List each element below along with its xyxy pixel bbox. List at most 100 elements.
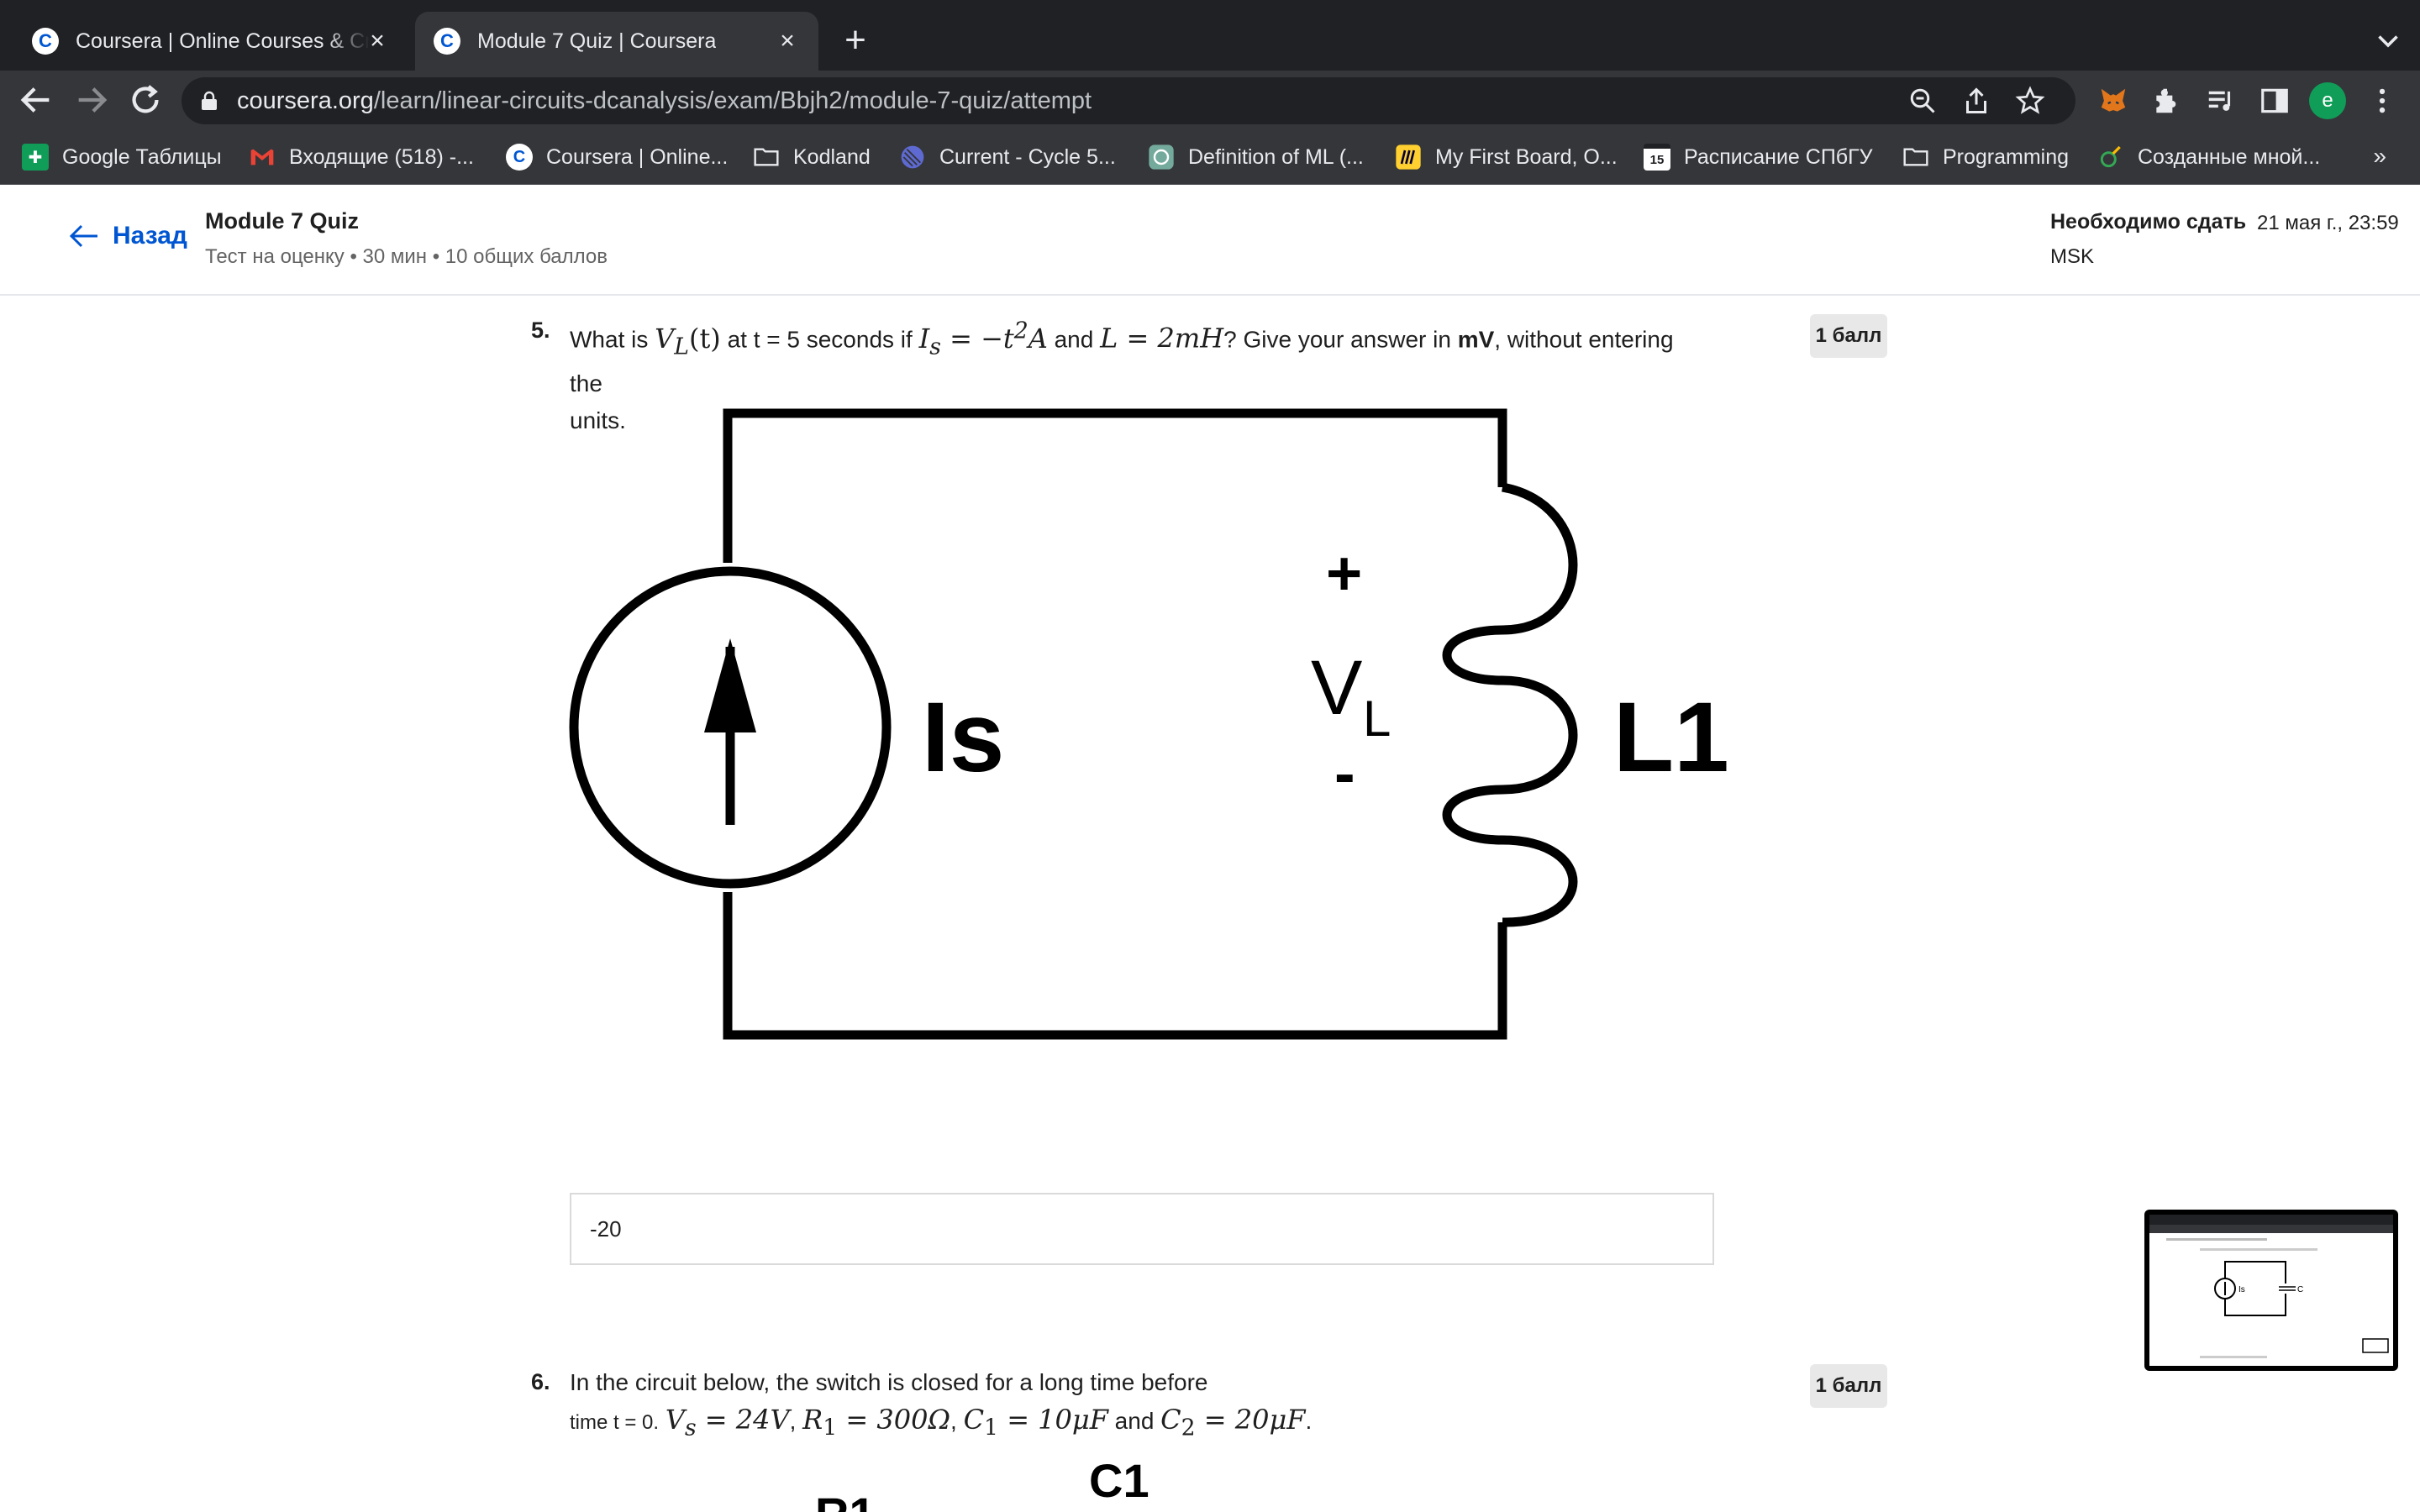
bookmark-label: Расписание СПбГУ: [1684, 144, 1873, 169]
media-playlist-icon[interactable]: [2205, 85, 2237, 117]
coursera-icon: C: [32, 28, 59, 55]
profile-avatar[interactable]: e: [2309, 82, 2346, 119]
bookmark-label: Созданные мной...: [2138, 144, 2321, 169]
circuit-diagram-q5: Is L1 + - V L: [569, 408, 1729, 1040]
back-arrow-icon[interactable]: [17, 81, 55, 119]
question-text: In the circuit below, the switch is clos…: [570, 1369, 1313, 1441]
tab-coursera-home[interactable]: C Coursera | Online Courses & Credential…: [13, 12, 408, 71]
browser-tab-bar: C Coursera | Online Courses & Credential…: [0, 0, 2420, 71]
calendar-icon: 15: [1644, 144, 1670, 171]
minus-sign: -: [1334, 738, 1355, 808]
address-bar[interactable]: coursera.org/learn/linear-circuits-dcana…: [182, 77, 2075, 124]
reload-icon[interactable]: [126, 81, 165, 119]
answer-input[interactable]: [571, 1194, 1712, 1263]
bookmarks-bar: ✚ Google Таблицы Входящие (518) -... C C…: [0, 129, 2420, 185]
back-label: Назад: [113, 222, 187, 249]
zoom-out-icon[interactable]: [1907, 86, 1938, 116]
vl-subscript: L: [1363, 690, 1391, 747]
bookmark-spbu-schedule[interactable]: 15 Расписание СПбГУ: [1644, 143, 1873, 171]
metamask-fox-icon[interactable]: [2097, 85, 2129, 117]
circuit-wire: [723, 892, 1507, 1040]
current-arrow-head: [704, 638, 756, 732]
openai-icon: [1149, 144, 1174, 170]
math-c2: C2 = 20μF: [1160, 1404, 1306, 1441]
folder-icon: [1903, 148, 1928, 166]
bookmark-gmail[interactable]: Входящие (518) -...: [249, 143, 474, 171]
bookmark-label: Kodland: [793, 144, 871, 169]
due-timezone: MSK: [2050, 245, 2095, 268]
linear-icon: [901, 145, 924, 169]
bookmark-label: Входящие (518) -...: [289, 144, 474, 169]
question-number: 5.: [531, 318, 550, 343]
close-tab-icon[interactable]: ×: [365, 29, 390, 54]
due-date: 21 мая г., 23:59: [2257, 212, 2399, 234]
chevron-down-icon[interactable]: [2373, 25, 2403, 55]
new-tab-button[interactable]: +: [837, 22, 874, 59]
circuit-label-c1: C1: [1089, 1454, 1150, 1507]
due-label: Необходимо сдать: [2050, 210, 2247, 234]
answer-input-container[interactable]: [570, 1193, 1714, 1265]
lock-icon[interactable]: [200, 91, 218, 111]
folder-icon: [754, 148, 779, 166]
gmail-icon: [250, 149, 274, 165]
math-r1: R1 = 300Ω: [802, 1404, 950, 1441]
side-panel-icon[interactable]: [2259, 85, 2291, 117]
bookmark-linear[interactable]: Current - Cycle 5...: [899, 143, 1116, 171]
circuit-wire: [723, 408, 1507, 563]
bookmarks-overflow-button[interactable]: »: [2373, 143, 2386, 170]
question-number: 6.: [531, 1369, 550, 1394]
more-vertical-icon[interactable]: [2366, 85, 2398, 117]
bookmark-miro[interactable]: My First Board, O...: [1395, 143, 1618, 171]
bookmark-label: My First Board, O...: [1435, 144, 1618, 169]
browser-toolbar: coursera.org/learn/linear-circuits-dcana…: [0, 71, 2420, 129]
bookmark-label: Current - Cycle 5...: [939, 144, 1116, 169]
math-is: Is = −t2A: [918, 318, 1048, 360]
bookmark-label: Google Таблицы: [62, 144, 222, 169]
bookmark-label: Coursera | Online...: [546, 144, 729, 169]
arrow-left-icon: [69, 224, 97, 248]
bookmark-label: Programming: [1943, 144, 2070, 169]
extensions-puzzle-icon[interactable]: [2151, 85, 2183, 117]
star-bookmark-icon[interactable]: [2015, 86, 2045, 116]
bookmark-google-sheets[interactable]: ✚ Google Таблицы: [22, 143, 222, 171]
svg-text:C: C: [2297, 1285, 2303, 1294]
bookmark-chatgpt[interactable]: Definition of ML (...: [1148, 143, 1364, 171]
leaf-icon: [2100, 145, 2121, 168]
points-badge: 1 балл: [1810, 1364, 1887, 1408]
bookmark-coursera[interactable]: C Coursera | Online...: [506, 143, 728, 171]
bookmark-label: Definition of ML (...: [1188, 144, 1364, 169]
inductor-label: L1: [1613, 682, 1729, 793]
points-badge: 1 балл: [1810, 314, 1887, 358]
inductor-coil: [1442, 482, 1578, 927]
sheets-icon: ✚: [22, 144, 49, 171]
picture-in-picture-window[interactable]: Is C: [2144, 1210, 2398, 1371]
bookmark-folder-programming[interactable]: Programming: [1902, 143, 2069, 171]
coursera-icon: C: [506, 144, 533, 171]
plus-sign: +: [1326, 538, 1362, 608]
bookmark-folder-kodland[interactable]: Kodland: [753, 143, 871, 171]
tab-title: Coursera | Online Courses & Credentials …: [76, 29, 370, 53]
circuit-label-r1: R1: [815, 1487, 876, 1512]
math-vl: VL(t): [655, 322, 721, 360]
url-text[interactable]: coursera.org/learn/linear-circuits-dcana…: [237, 86, 1092, 116]
pip-page-thumbnail: Is C: [2149, 1215, 2393, 1358]
math-l: L = 2mH: [1100, 322, 1224, 354]
vl-label: V: [1311, 645, 1362, 731]
coursera-icon: C: [434, 28, 460, 55]
page-title: Module 7 Quiz: [205, 208, 360, 234]
quiz-header: Назад Module 7 Quiz Тест на оценку • 30 …: [0, 186, 2420, 296]
pip-preview: Is C: [2149, 1215, 2393, 1366]
math-vs: Vs = 24V: [665, 1404, 790, 1441]
close-tab-icon[interactable]: ×: [775, 29, 800, 54]
quiz-meta: Тест на оценку • 30 мин • 10 общих балло…: [205, 245, 608, 268]
svg-text:Is: Is: [2238, 1285, 2245, 1294]
source-label: Is: [922, 682, 1004, 793]
tab-module-7-quiz[interactable]: C Module 7 Quiz | Coursera ×: [415, 12, 818, 71]
back-link[interactable]: Назад: [69, 222, 187, 250]
math-c1: C1 = 10μF: [963, 1404, 1108, 1441]
miro-icon: [1396, 144, 1421, 170]
share-icon[interactable]: [1961, 86, 1991, 116]
tab-title: Module 7 Quiz | Coursera: [477, 29, 717, 53]
forward-arrow-icon[interactable]: [72, 81, 111, 119]
bookmark-created-by-me[interactable]: Созданные мной...: [2097, 143, 2320, 171]
